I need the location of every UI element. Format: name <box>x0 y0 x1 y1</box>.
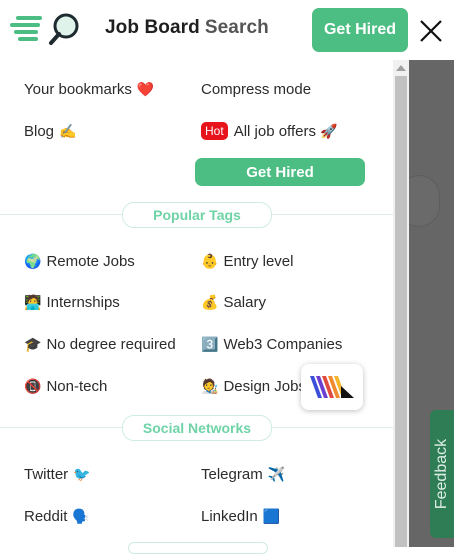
blog-label: Blog <box>24 122 55 140</box>
bird-icon: 🐦 <box>73 466 91 482</box>
blue-square-icon: 🟦 <box>262 508 281 524</box>
social-telegram-link[interactable]: Telegram ✈️ <box>201 463 285 485</box>
social-networks-heading: Social Networks <box>122 415 272 441</box>
popular-tags-heading: Popular Tags <box>122 202 272 228</box>
social-label: LinkedIn <box>201 507 258 525</box>
close-icon[interactable] <box>418 16 444 46</box>
scroll-up-arrow-icon[interactable] <box>396 65 406 71</box>
menu-get-hired-button[interactable]: Get Hired <box>195 158 365 186</box>
all-job-offers-link[interactable]: Hot All job offers 🚀 <box>201 120 337 142</box>
tag-label: Remote Jobs <box>46 252 135 270</box>
tag-label: No degree required <box>46 335 176 353</box>
tag-entry-level[interactable]: 👶 Entry level <box>201 250 293 272</box>
brand-title[interactable]: Job Board Search <box>105 17 269 39</box>
next-section-pill <box>128 542 268 554</box>
tag-internships[interactable]: 🧑‍💻 Internships <box>24 291 120 313</box>
header-get-hired-button[interactable]: Get Hired <box>312 8 408 52</box>
header: Job Board Search Get Hired <box>0 0 454 60</box>
compress-mode-label: Compress mode <box>201 80 312 98</box>
airplane-icon: ✈️ <box>267 466 286 482</box>
all-jobs-label: All job offers <box>233 122 316 140</box>
tag-remote-jobs[interactable]: 🌍 Remote Jobs <box>24 250 135 272</box>
logo-search-icon <box>10 13 79 45</box>
floating-widget-button[interactable] <box>301 364 363 410</box>
compress-mode-toggle[interactable]: Compress mode <box>201 78 311 100</box>
artist-icon: 🧑‍🎨 <box>201 378 219 394</box>
brand-part1: Job Board <box>105 17 200 38</box>
brand-part2: Search <box>204 17 269 38</box>
tag-label: Design Jobs <box>223 377 306 395</box>
writing-hand-icon: ✍️ <box>59 123 77 139</box>
tag-design-jobs[interactable]: 🧑‍🎨 Design Jobs <box>201 375 306 397</box>
tag-web3-companies[interactable]: 3️⃣ Web3 Companies <box>201 333 342 355</box>
social-twitter-link[interactable]: Twitter 🐦 <box>24 463 91 485</box>
tag-salary[interactable]: 💰 Salary <box>201 291 266 313</box>
graduation-cap-icon: 🎓 <box>24 336 42 352</box>
keycap-three-icon: 3️⃣ <box>201 336 219 352</box>
social-reddit-link[interactable]: Reddit 🗣️ <box>24 505 90 527</box>
baby-icon: 👶 <box>201 253 219 269</box>
heart-icon: ❤️ <box>136 81 155 97</box>
tag-no-degree-required[interactable]: 🎓 No degree required <box>24 333 176 355</box>
tag-label: Non-tech <box>46 377 108 395</box>
blog-link[interactable]: Blog ✍️ <box>24 120 76 142</box>
money-bag-icon: 💰 <box>201 294 219 310</box>
feedback-label: Feedback <box>433 438 450 510</box>
social-label: Twitter <box>24 465 69 483</box>
scrollbar-thumb[interactable] <box>395 76 407 547</box>
feedback-tab[interactable]: Feedback <box>430 410 454 538</box>
technologist-icon: 🧑‍💻 <box>24 294 42 310</box>
social-linkedin-link[interactable]: LinkedIn 🟦 <box>201 505 280 527</box>
stripes-logo-icon <box>310 376 354 398</box>
hot-badge: Hot <box>201 122 228 140</box>
scrollbar[interactable] <box>393 60 409 547</box>
bookmarks-link[interactable]: Your bookmarks ❤️ <box>24 78 154 100</box>
rocket-icon: 🚀 <box>319 123 338 139</box>
bookmarks-label: Your bookmarks <box>24 80 132 98</box>
globe-icon: 🌍 <box>24 253 42 269</box>
no-phones-icon: 📵 <box>24 378 42 394</box>
social-label: Telegram <box>201 465 263 483</box>
speaking-head-icon: 🗣️ <box>72 508 90 524</box>
tag-non-tech[interactable]: 📵 Non-tech <box>24 375 107 397</box>
social-label: Reddit <box>24 507 68 525</box>
tag-label: Entry level <box>223 252 294 270</box>
tag-label: Web3 Companies <box>223 335 343 353</box>
tag-label: Internships <box>46 293 120 311</box>
tag-label: Salary <box>223 293 266 311</box>
